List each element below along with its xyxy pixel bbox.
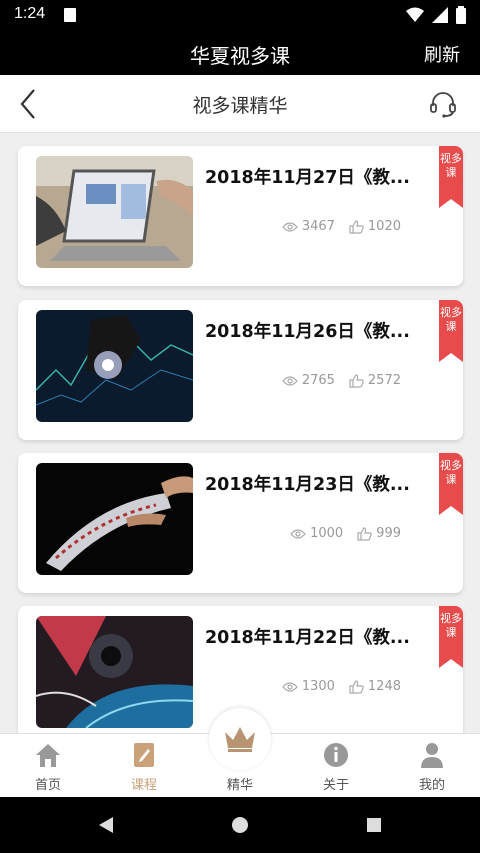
tab-about[interactable]: 关于 xyxy=(288,734,384,798)
eye-icon xyxy=(282,375,298,386)
eye-icon xyxy=(282,681,298,692)
headset-icon[interactable] xyxy=(428,89,458,119)
tab-label: 首页 xyxy=(34,778,61,793)
course-title: 2018年11月22日《教... xyxy=(205,628,410,648)
status-bar: 1:24 xyxy=(0,0,480,30)
crown-icon xyxy=(225,727,255,752)
tab-home[interactable]: 首页 xyxy=(0,734,96,798)
page-title: 视多课精华 xyxy=(192,95,288,117)
featured-crown-button[interactable] xyxy=(209,708,271,770)
thumbs-up-icon xyxy=(357,526,372,541)
user-icon xyxy=(421,743,443,768)
ribbon-label: 视多课 xyxy=(440,459,462,486)
course-thumbnail xyxy=(36,156,193,268)
eye-icon xyxy=(282,221,298,232)
tab-label: 我的 xyxy=(418,778,445,793)
battery-icon xyxy=(456,6,466,24)
home-icon xyxy=(36,744,60,767)
nav-home-icon[interactable] xyxy=(231,816,249,834)
like-count: 999 xyxy=(376,526,401,541)
eye-icon xyxy=(290,528,306,539)
app-bar: 华夏视多课 刷新 xyxy=(0,30,480,75)
course-title: 2018年11月27日《教... xyxy=(205,168,410,188)
tab-label: 课程 xyxy=(130,778,157,793)
thumbs-up-icon xyxy=(349,373,364,388)
nav-recents-icon[interactable] xyxy=(366,817,382,833)
status-time: 1:24 xyxy=(14,5,46,22)
tab-course[interactable]: 课程 xyxy=(96,734,192,798)
course-card[interactable]: 2018年11月26日《教... 2765 2572 视多课 xyxy=(18,300,463,440)
signal-icon xyxy=(432,7,448,23)
ribbon-label: 视多课 xyxy=(440,612,462,639)
thumbs-up-icon xyxy=(349,219,364,234)
course-title: 2018年11月26日《教... xyxy=(205,322,410,342)
tab-profile[interactable]: 我的 xyxy=(384,734,480,798)
course-title: 2018年11月23日《教... xyxy=(205,475,410,495)
refresh-button[interactable]: 刷新 xyxy=(424,41,460,67)
ribbon-label: 视多课 xyxy=(440,152,462,179)
course-card[interactable]: 2018年11月27日《教... 3467 1020 视多课 xyxy=(18,146,463,286)
ribbon-label: 视多课 xyxy=(440,306,462,333)
sub-header: 视多课精华 xyxy=(0,75,480,133)
thumbs-up-icon xyxy=(349,679,364,694)
course-icon xyxy=(134,743,154,767)
like-count: 2572 xyxy=(367,373,401,388)
app-title: 华夏视多课 xyxy=(190,44,290,68)
course-thumbnail xyxy=(36,463,193,575)
tab-label: 关于 xyxy=(322,778,349,793)
like-count: 1248 xyxy=(367,679,401,694)
wifi-icon xyxy=(406,7,424,22)
sd-card-icon xyxy=(64,8,76,22)
system-nav-bar xyxy=(0,797,480,853)
course-thumbnail xyxy=(36,616,193,728)
course-thumbnail xyxy=(36,310,193,422)
view-count: 2765 xyxy=(301,373,335,388)
course-card[interactable]: 2018年11月23日《教... 1000 999 视多课 xyxy=(18,453,463,593)
nav-back-icon[interactable] xyxy=(97,816,115,834)
like-count: 1020 xyxy=(367,219,401,234)
info-icon xyxy=(324,743,348,767)
view-count: 3467 xyxy=(301,219,335,234)
tab-label: 精华 xyxy=(226,778,253,793)
view-count: 1000 xyxy=(310,526,344,541)
view-count: 1300 xyxy=(301,679,335,694)
